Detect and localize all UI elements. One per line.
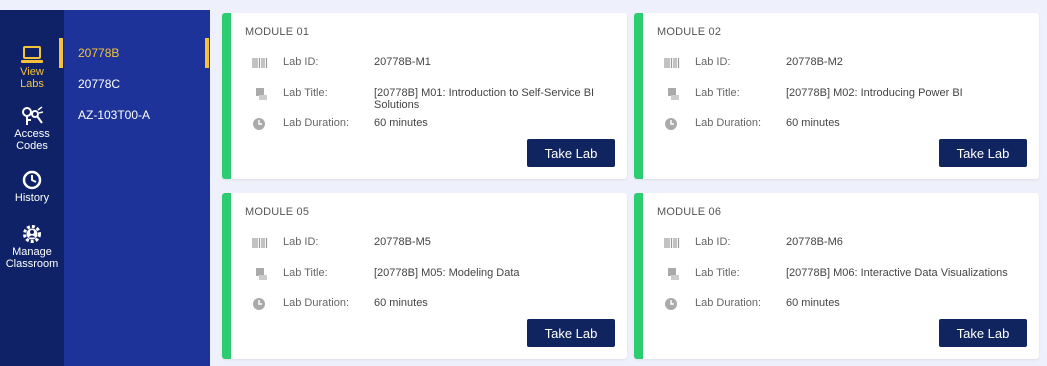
take-lab-button[interactable]: Take Lab (939, 319, 1027, 347)
barcode-icon (252, 238, 268, 248)
lab-card: MODULE 01 Lab ID: 20778B-M1 Lab Title: [… (222, 13, 627, 179)
top-strip (0, 0, 210, 10)
clock-icon (665, 118, 677, 130)
course-list: 20778B 20778C AZ-103T00-A (59, 10, 210, 366)
lab-id-label: Lab ID: (283, 56, 319, 68)
course-item-20778b[interactable]: 20778B (59, 38, 210, 68)
module-title: MODULE 06 (657, 206, 722, 218)
nav-view-labs-label: View (20, 66, 44, 78)
lab-card: MODULE 05 Lab ID: 20778B-M5 Lab Title: [… (222, 193, 627, 359)
card-accent (222, 193, 231, 359)
flask-icon (668, 88, 679, 100)
barcode-icon (664, 238, 680, 248)
lab-title-label: Lab Title: (695, 267, 740, 279)
lab-title-label: Lab Title: (695, 87, 740, 99)
active-indicator-right (205, 38, 209, 68)
active-indicator-left (59, 38, 63, 68)
lab-card: MODULE 02 Lab ID: 20778B-M2 Lab Title: [… (634, 13, 1039, 179)
flask-icon (256, 268, 267, 280)
lab-id-label: Lab ID: (695, 236, 731, 248)
nav-history[interactable]: History (0, 170, 64, 204)
lab-card: MODULE 06 Lab ID: 20778B-M6 Lab Title: [… (634, 193, 1039, 359)
nav-manage-classroom[interactable]: Manage Classroom (0, 224, 64, 270)
nav-view-labs-label-2: Labs (20, 78, 44, 90)
lab-id-value: 20778B-M2 (786, 56, 843, 68)
nav-manage-classroom-label-2: Classroom (5, 258, 59, 270)
nav-view-labs[interactable]: View Labs (0, 46, 64, 90)
nav-access-codes-label: Access (14, 128, 50, 140)
keys-icon (22, 106, 43, 125)
flask-icon (668, 268, 679, 280)
course-label: AZ-103T00-A (78, 108, 151, 122)
card-accent (634, 13, 643, 179)
laptop-icon (21, 46, 43, 63)
clock-icon (665, 298, 677, 310)
lab-id-label: Lab ID: (695, 56, 731, 68)
course-item-20778c[interactable]: 20778C (64, 69, 210, 99)
lab-title-value: [20778B] M02: Introducing Power BI (786, 87, 963, 99)
nav-rail: View Labs Access Codes History Manage Cl… (0, 10, 64, 366)
module-title: MODULE 02 (657, 26, 722, 38)
lab-title-value: [20778B] M05: Modeling Data (374, 267, 520, 279)
clock-icon (253, 118, 265, 130)
take-lab-button[interactable]: Take Lab (527, 139, 615, 167)
lab-title-value: [20778B] M06: Interactive Data Visualiza… (786, 267, 1008, 279)
lab-duration-label: Lab Duration: (695, 297, 762, 309)
lab-duration-label: Lab Duration: (283, 297, 350, 309)
module-title: MODULE 01 (245, 26, 310, 38)
take-lab-button[interactable]: Take Lab (939, 139, 1027, 167)
nav-manage-classroom-label: Manage (12, 246, 52, 258)
lab-id-value: 20778B-M5 (374, 236, 431, 248)
take-lab-button[interactable]: Take Lab (527, 319, 615, 347)
card-accent (634, 193, 643, 359)
lab-id-label: Lab ID: (283, 236, 319, 248)
nav-access-codes-label-2: Codes (16, 140, 48, 152)
lab-duration-value: 60 minutes (786, 117, 840, 129)
lab-id-value: 20778B-M1 (374, 56, 431, 68)
lab-title-label: Lab Title: (283, 267, 328, 279)
clock-icon (22, 170, 42, 190)
flask-icon (256, 88, 267, 100)
clock-icon (253, 298, 265, 310)
card-accent (222, 13, 231, 179)
course-label: 20778C (78, 77, 121, 91)
nav-history-label: History (14, 192, 50, 204)
nav-access-codes[interactable]: Access Codes (0, 106, 64, 152)
lab-id-value: 20778B-M6 (786, 236, 843, 248)
gear-user-icon (23, 225, 41, 243)
barcode-icon (252, 58, 268, 68)
lab-duration-label: Lab Duration: (695, 117, 762, 129)
barcode-icon (664, 58, 680, 68)
lab-title-label: Lab Title: (283, 87, 328, 99)
lab-title-value: [20778B] M01: Introduction to Self-Servi… (374, 87, 595, 111)
lab-duration-value: 60 minutes (786, 297, 840, 309)
course-item-az-103t00-a[interactable]: AZ-103T00-A (64, 100, 210, 130)
lab-duration-value: 60 minutes (374, 117, 428, 129)
lab-duration-value: 60 minutes (374, 297, 428, 309)
course-label: 20778B (78, 46, 120, 60)
lab-duration-label: Lab Duration: (283, 117, 350, 129)
module-title: MODULE 05 (245, 206, 310, 218)
